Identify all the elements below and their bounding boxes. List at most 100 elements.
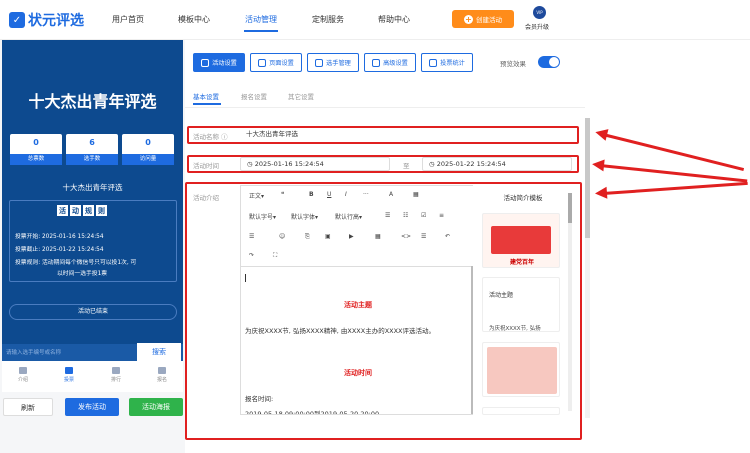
tab-signup[interactable]: 报名 — [147, 367, 177, 383]
template-card[interactable]: 活动主题 为庆祝XXXX节, 弘扬 — [482, 277, 560, 332]
italic-icon[interactable]: I — [345, 191, 347, 198]
table-icon[interactable]: ▦ — [375, 233, 381, 240]
preview-name: 十大杰出青年评选 — [62, 183, 123, 192]
rule-end: 投票截止: 2025-01-22 15:24:54 — [15, 247, 104, 253]
signup-time-value: 2019-05-18 09:00:00到2019-05-20 20:00 — [245, 410, 380, 414]
todo-icon[interactable]: ☑ — [421, 212, 426, 219]
preview-toggle[interactable] — [538, 56, 560, 68]
vote-stats-button[interactable]: 投票统计 — [421, 53, 473, 72]
nav-active-underline — [244, 30, 278, 32]
users-icon — [315, 58, 324, 67]
more-icon[interactable]: ··· — [363, 191, 369, 198]
underline-icon[interactable]: U — [327, 191, 331, 198]
divider-icon[interactable]: ☰ — [421, 233, 426, 240]
nav-custom[interactable]: 定制服务 — [312, 14, 344, 25]
template-image — [491, 226, 551, 254]
create-activity-button[interactable]: + 创建活动 — [452, 10, 514, 28]
image-icon[interactable]: ▣ — [325, 233, 331, 240]
nav-activity[interactable]: 活动管理 — [245, 14, 277, 25]
settings-panel: 活动设置 页面设置 选手管理 高级设置 投票统计 预览效果 基本设置 报名设置 … — [185, 40, 750, 453]
template-card[interactable] — [482, 407, 560, 415]
redo-icon[interactable]: ↷ — [249, 252, 254, 259]
link-icon[interactable]: ⎘ — [305, 233, 310, 241]
undo-icon[interactable]: ↶ — [445, 233, 450, 240]
tab-vote[interactable]: 投票 — [54, 367, 84, 383]
intro-icon — [19, 367, 27, 374]
vip-upgrade-link[interactable]: 会员升级 — [525, 22, 549, 31]
template-scrollbar[interactable] — [568, 193, 572, 411]
activity-ended-badge: 活动已结束 — [9, 304, 177, 320]
template-panel: 活动简介模板 建党百年 活动主题 为庆祝XXXX节, 弘扬 — [473, 185, 573, 415]
fullscreen-icon[interactable]: ⛶ — [273, 252, 277, 260]
rule-desc-2: 以时间一选手投1票 — [57, 271, 108, 277]
rich-text-editor[interactable]: 正文▾ ❝ B U I ··· A ▦ 默认字号▾ 默认字体▾ 默认行高▾ ☰ … — [240, 185, 475, 415]
divider — [185, 107, 585, 108]
bold-icon[interactable]: B — [309, 191, 314, 198]
gear-icon — [201, 58, 210, 67]
tab-rank[interactable]: 排行 — [101, 367, 131, 383]
vote-icon — [65, 367, 73, 374]
page-settings-button[interactable]: 页面设置 — [250, 53, 302, 72]
nav-templates[interactable]: 模板中心 — [178, 14, 210, 25]
text-cursor — [245, 274, 246, 282]
signup-time-label: 报名时间: — [245, 395, 274, 403]
indent-icon[interactable]: ☰ — [249, 233, 254, 240]
preview-title: 十大杰出青年评选 — [28, 92, 157, 111]
template-image — [487, 347, 557, 394]
template-title: 活动简介模板 — [503, 194, 543, 202]
subtab-underline — [193, 103, 221, 105]
publish-button[interactable]: 发布活动 — [65, 398, 119, 416]
format-select[interactable]: 正文▾ — [249, 191, 264, 200]
help-icon: ⓘ — [221, 133, 228, 141]
scroll-thumb[interactable] — [568, 193, 572, 223]
font-color-icon[interactable]: A — [389, 191, 393, 198]
preview-panel: 十大杰出青年评选 0 总票数 6 选手数 0 访问量 十大杰出青年评选 活动规则 投票… — [0, 40, 185, 453]
align-icon[interactable]: ≡ — [439, 212, 444, 219]
nav-home[interactable]: 用户首页 — [112, 14, 144, 25]
quote-icon[interactable]: ❝ — [281, 191, 284, 198]
poster-button[interactable]: 活动海报 — [129, 398, 183, 416]
chart-icon — [429, 58, 438, 67]
refresh-button[interactable]: 刷新 — [3, 398, 53, 416]
font-size-select[interactable]: 默认字号▾ — [249, 212, 276, 221]
code-icon[interactable]: <> — [401, 233, 411, 240]
preview-toggle-label: 预览效果 — [500, 60, 526, 68]
tab-intro[interactable]: 介绍 — [8, 367, 38, 383]
bullet-list-icon[interactable]: ☰ — [385, 212, 390, 219]
search-button[interactable]: 搜索 — [137, 343, 181, 361]
template-card[interactable] — [482, 342, 560, 397]
video-icon[interactable]: ▶ — [349, 233, 354, 240]
tab-other-settings[interactable]: 其它设置 — [288, 91, 314, 101]
logo-icon: ✓ — [9, 12, 25, 28]
rule-start: 投票开始: 2025-01-16 15:24:54 — [15, 234, 104, 240]
sliders-icon — [372, 58, 381, 67]
activity-name-input[interactable]: 十大杰出青年评选 — [240, 128, 575, 142]
emoji-icon[interactable]: ☺ — [279, 233, 285, 240]
to-label: 至 — [403, 162, 410, 170]
advanced-settings-button[interactable]: 高级设置 — [364, 53, 416, 72]
stat-visits: 0 访问量 — [122, 134, 174, 165]
font-family-select[interactable]: 默认字体▾ — [291, 212, 318, 221]
player-manage-button[interactable]: 选手管理 — [307, 53, 359, 72]
page-icon — [258, 58, 267, 67]
bg-color-icon[interactable]: ▦ — [413, 191, 419, 198]
logo[interactable]: ✓ 状元评选 — [9, 10, 84, 30]
template-card[interactable]: 建党百年 — [482, 213, 560, 268]
tab-basic-settings[interactable]: 基本设置 — [193, 91, 219, 101]
activity-settings-button[interactable]: 活动设置 — [193, 53, 245, 72]
start-time-input[interactable]: ◷ 2025-01-16 15:24:54 — [240, 157, 390, 171]
tab-signup-settings[interactable]: 报名设置 — [241, 91, 267, 101]
nav-help[interactable]: 帮助中心 — [378, 14, 410, 25]
page-scrollbar[interactable] — [585, 118, 590, 418]
search-input[interactable]: 请输入选手编号或名称 — [6, 348, 61, 356]
end-time-input[interactable]: ◷ 2025-01-22 15:24:54 — [422, 157, 572, 171]
editor-toolbar-divider — [241, 266, 474, 267]
number-list-icon[interactable]: ☷ — [403, 212, 408, 219]
time-label: 活动时间 — [193, 162, 219, 170]
rules-title: 活动规则 — [57, 205, 107, 216]
line-height-select[interactable]: 默认行高▾ — [335, 212, 362, 221]
stat-votes: 0 总票数 — [10, 134, 62, 165]
vip-icon[interactable]: VIP — [533, 6, 546, 19]
clock-icon: ◷ — [247, 160, 253, 168]
page-scroll-thumb[interactable] — [585, 118, 590, 238]
